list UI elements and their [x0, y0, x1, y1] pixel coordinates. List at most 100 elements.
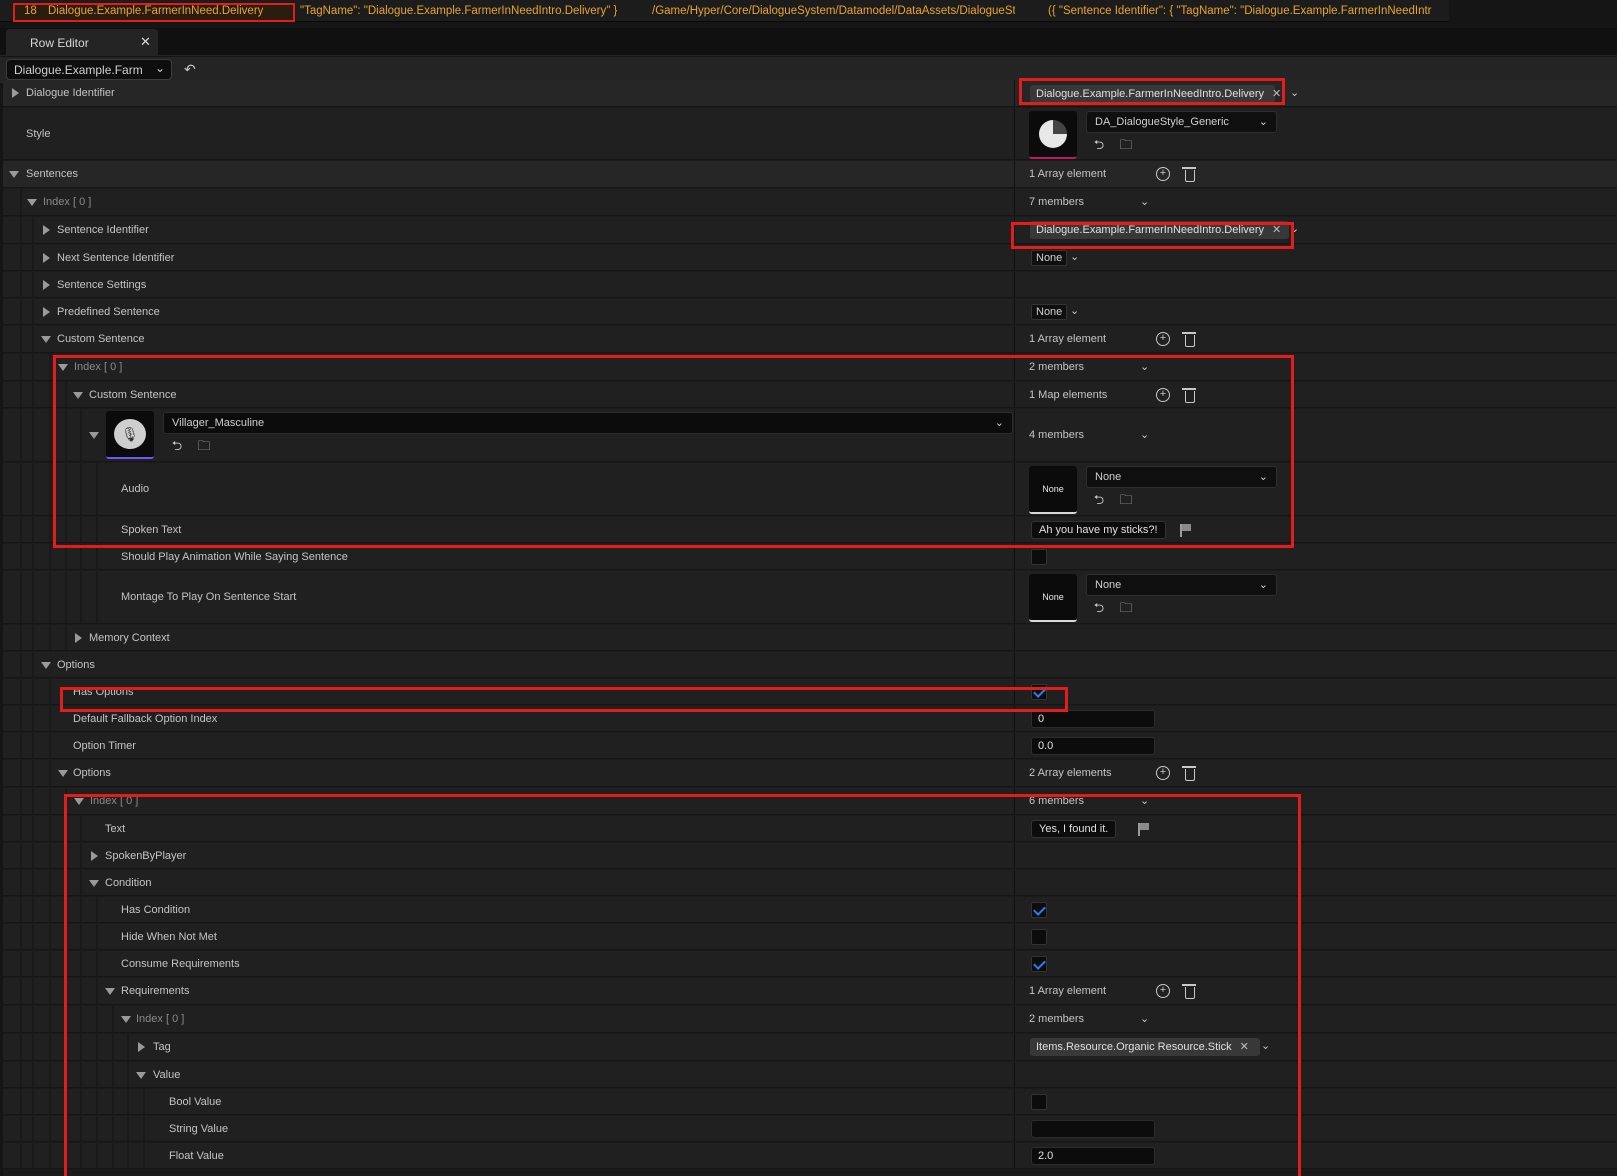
row-memory-context[interactable]: Memory Context [3, 625, 1617, 651]
expand-arrow-icon[interactable] [91, 851, 98, 861]
collapse-arrow-icon[interactable] [73, 392, 83, 399]
datatable-row-strip[interactable]: 18 Dialogue.Example.FarmerInNeed.Deliver… [0, 0, 1617, 22]
browse-folder-icon[interactable]: 🗀 [1118, 492, 1134, 508]
collapse-arrow-icon[interactable] [41, 662, 51, 669]
row-sentence-settings[interactable]: Sentence Settings [3, 272, 1617, 298]
row-cs-index0[interactable]: Index [ 0 ] 2 members ⌄ [3, 354, 1617, 381]
remove-tag-icon[interactable]: ✕ [1272, 88, 1281, 100]
chevron-down-icon[interactable]: ⌄ [1070, 304, 1079, 317]
checkbox[interactable] [1031, 1094, 1047, 1110]
row-should-play-animation[interactable]: Should Play Animation While Saying Sente… [3, 544, 1617, 570]
collapse-arrow-icon[interactable] [105, 988, 115, 995]
collapse-arrow-icon[interactable] [41, 336, 51, 343]
row-requirements[interactable]: Requirements 1 Array element + [3, 978, 1617, 1005]
row-consume-requirements[interactable]: Consume Requirements [3, 951, 1617, 977]
trash-icon[interactable] [1182, 167, 1196, 182]
row-hide-when-not-met[interactable]: Hide When Not Met [3, 924, 1617, 950]
montage-thumbnail[interactable]: None [1029, 574, 1077, 622]
row-condition[interactable]: Condition [3, 870, 1617, 896]
chevron-down-icon[interactable]: ⌄ [1140, 794, 1149, 807]
checkbox[interactable] [1031, 549, 1047, 565]
checkbox[interactable] [1031, 902, 1047, 918]
trash-icon[interactable] [1182, 766, 1196, 781]
number-field[interactable]: 0 [1031, 710, 1155, 728]
row-custom-sentence[interactable]: Custom Sentence 1 Array element + [3, 326, 1617, 353]
chevron-down-icon[interactable]: ⌄ [1290, 222, 1299, 235]
row-montage[interactable]: Montage To Play On Sentence Start None N… [3, 571, 1617, 624]
row-req-index0[interactable]: Index [ 0 ] 2 members ⌄ [3, 1006, 1617, 1033]
row-speaker-map-entry[interactable]: 🎙 Villager_Masculine ⌄ ⮌ 🗀 4 members ⌄ [3, 409, 1617, 462]
expand-arrow-icon[interactable] [43, 280, 50, 290]
tag-chip[interactable]: Dialogue.Example.FarmerInNeedIntro.Deliv… [1030, 221, 1289, 239]
add-element-icon[interactable]: + [1156, 167, 1170, 181]
chevron-down-icon[interactable]: ⌄ [1070, 250, 1079, 263]
chevron-down-icon[interactable]: ⌄ [1140, 428, 1149, 441]
speaker-thumbnail[interactable]: 🎙 [106, 411, 154, 459]
row-next-sentence-identifier[interactable]: Next Sentence Identifier None ⌄ [3, 245, 1617, 271]
chevron-down-icon[interactable]: ⌄ [1261, 1039, 1270, 1052]
row-bool-value[interactable]: Bool Value [3, 1089, 1617, 1115]
row-selector-dropdown[interactable]: Dialogue.Example.Farm ⌄ [6, 59, 172, 80]
row-spoken-text[interactable]: Spoken Text Ah you have my sticks?! [3, 517, 1617, 543]
asset-picker[interactable]: None ⌄ [1086, 574, 1277, 596]
expand-arrow-icon[interactable] [75, 633, 82, 643]
row-text[interactable]: Text Yes, I found it. [3, 816, 1617, 842]
row-float-value[interactable]: Float Value 2.0 [3, 1143, 1617, 1169]
collapse-arrow-icon[interactable] [9, 171, 19, 178]
row-string-value[interactable]: String Value [3, 1116, 1617, 1142]
none-dropdown[interactable]: None [1031, 250, 1068, 266]
expand-arrow-icon[interactable] [43, 253, 50, 263]
chevron-down-icon[interactable]: ⌄ [1140, 360, 1149, 373]
trash-icon[interactable] [1182, 332, 1196, 347]
collapse-arrow-icon[interactable] [121, 1016, 131, 1023]
string-field[interactable] [1031, 1120, 1155, 1138]
row-name[interactable]: Dialogue.Example.FarmerInNeed.Delivery [48, 5, 263, 17]
collapse-arrow-icon[interactable] [74, 798, 84, 805]
add-element-icon[interactable]: + [1156, 388, 1170, 402]
use-selected-icon[interactable]: ⮌ [1091, 137, 1107, 153]
remove-tag-icon[interactable]: ✕ [1240, 1041, 1249, 1053]
tag-chip[interactable]: Dialogue.Example.FarmerInNeedIntro.Deliv… [1030, 85, 1281, 103]
none-dropdown[interactable]: None [1031, 304, 1068, 320]
use-selected-icon[interactable]: ⮌ [169, 438, 185, 454]
browse-folder-icon[interactable]: 🗀 [1118, 600, 1134, 616]
collapse-arrow-icon[interactable] [58, 770, 68, 777]
audio-thumbnail[interactable]: None [1029, 466, 1077, 514]
row-tag[interactable]: Tag Items.Resource.Organic Resource.Stic… [3, 1034, 1617, 1061]
number-field[interactable]: 2.0 [1031, 1147, 1155, 1165]
expand-arrow-icon[interactable] [138, 1042, 145, 1052]
chevron-down-icon[interactable]: ⌄ [1140, 195, 1149, 208]
option-text-field[interactable]: Yes, I found it. [1031, 820, 1117, 838]
row-options[interactable]: Options [3, 652, 1617, 678]
row-opt-index0[interactable]: Index [ 0 ] 6 members ⌄ [3, 788, 1617, 815]
localization-flag-icon[interactable] [1138, 823, 1150, 836]
row-style[interactable]: Style DA_DialogueStyle_Generic ⌄ ⮌ 🗀 [3, 108, 1617, 160]
checkbox[interactable] [1031, 956, 1047, 972]
checkbox[interactable] [1031, 929, 1047, 945]
style-thumbnail[interactable] [1029, 111, 1077, 159]
chevron-down-icon[interactable]: ⌄ [1290, 86, 1299, 99]
row-dialogue-identifier[interactable]: Dialogue Identifier Dialogue.Example.Far… [3, 80, 1617, 107]
add-element-icon[interactable]: + [1156, 332, 1170, 346]
asset-picker[interactable]: None ⌄ [1086, 466, 1277, 488]
row-cs-custom-sentence[interactable]: Custom Sentence 1 Map elements + [3, 382, 1617, 408]
use-selected-icon[interactable]: ⮌ [1091, 600, 1107, 616]
back-icon[interactable]: ↶ [184, 61, 196, 78]
collapse-arrow-icon[interactable] [136, 1072, 146, 1079]
use-selected-icon[interactable]: ⮌ [1091, 492, 1107, 508]
browse-folder-icon[interactable]: 🗀 [1118, 137, 1134, 153]
trash-icon[interactable] [1182, 984, 1196, 999]
row-options-array[interactable]: Options 2 Array elements + [3, 760, 1617, 787]
close-icon[interactable]: ✕ [140, 34, 151, 50]
speaker-key-picker[interactable]: Villager_Masculine ⌄ [163, 412, 1013, 434]
trash-icon[interactable] [1182, 388, 1196, 403]
row-sentences[interactable]: Sentences 1 Array element + [3, 161, 1617, 188]
row-index0[interactable]: Index [ 0 ] 7 members ⌄ [3, 189, 1617, 216]
row-option-timer[interactable]: Option Timer 0.0 [3, 733, 1617, 759]
row-predefined-sentence[interactable]: Predefined Sentence None ⌄ [3, 299, 1617, 325]
tab-row-editor[interactable]: Row Editor ✕ [6, 29, 158, 56]
expand-arrow-icon[interactable] [43, 307, 50, 317]
row-has-options[interactable]: Has Options [3, 679, 1617, 705]
collapse-arrow-icon[interactable] [27, 199, 37, 206]
expand-arrow-icon[interactable] [12, 88, 19, 98]
